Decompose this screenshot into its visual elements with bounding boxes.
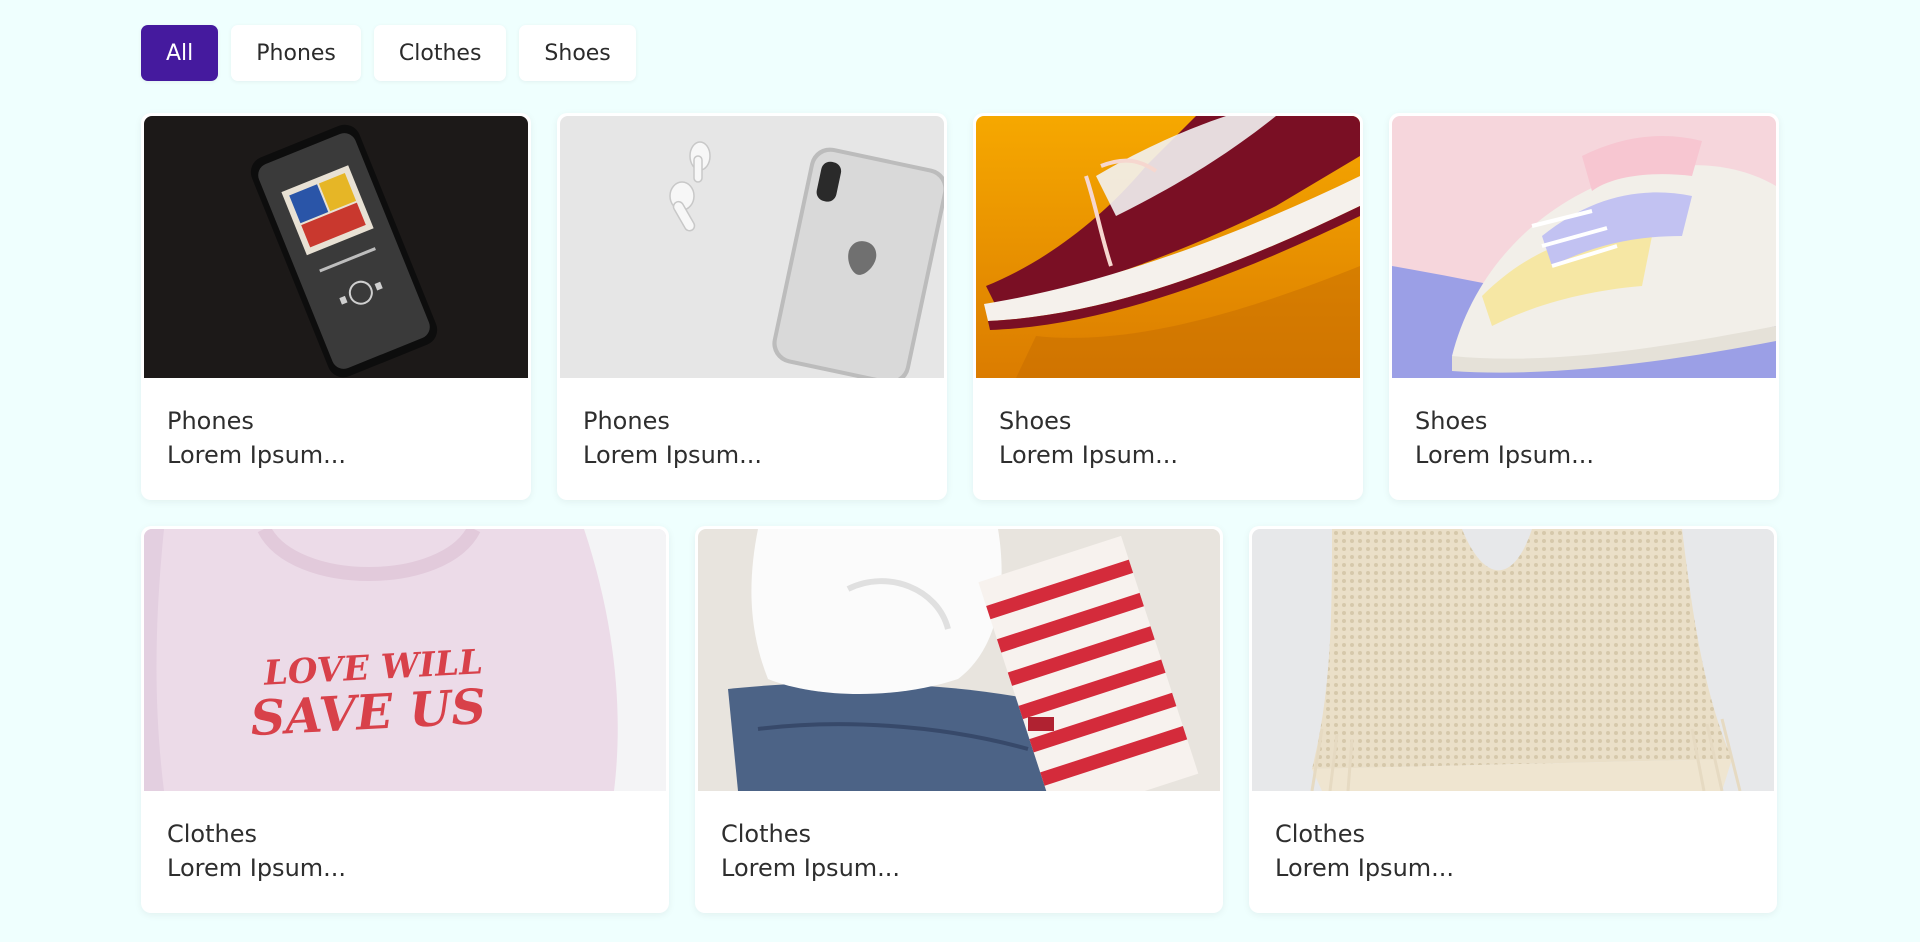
pastel-sneakers-photo (1392, 116, 1776, 378)
red-sneaker-photo (976, 116, 1360, 378)
product-description: Lorem Ipsum... (1275, 854, 1455, 882)
product-category: Clothes (167, 820, 257, 848)
product-description: Lorem Ipsum... (1415, 441, 1595, 469)
product-card[interactable]: Phones Lorem Ipsum... (141, 113, 531, 500)
product-category: Phones (583, 407, 670, 435)
product-description: Lorem Ipsum... (721, 854, 901, 882)
product-gallery-page: All Phones Clothes Shoes Phones Lorem Ip… (0, 0, 1920, 942)
product-card[interactable]: Shoes Lorem Ipsum... (1389, 113, 1779, 500)
folded-clothes-photo (698, 529, 1220, 791)
iphone-airpods-photo (560, 116, 944, 378)
filter-clothes-button[interactable]: Clothes (373, 25, 507, 81)
product-category: Shoes (1415, 407, 1488, 435)
product-category: Shoes (999, 407, 1072, 435)
filter-phones-button[interactable]: Phones (231, 25, 361, 81)
phone-music-photo (144, 116, 528, 378)
pink-sweatshirt-photo: LOVE WILL SAVE US (144, 529, 666, 791)
product-row-1: Phones Lorem Ipsum... Phones Lorem Ipsum… (141, 113, 1779, 500)
product-card[interactable]: Clothes Lorem Ipsum... (695, 526, 1223, 913)
category-filter-bar: All Phones Clothes Shoes (141, 25, 636, 81)
product-category: Clothes (721, 820, 811, 848)
product-description: Lorem Ipsum... (999, 441, 1179, 469)
product-row-2: LOVE WILL SAVE US Clothes Lorem Ipsum... (141, 526, 1777, 913)
product-description: Lorem Ipsum... (167, 441, 347, 469)
knit-top-photo (1252, 529, 1774, 791)
product-card[interactable]: Clothes Lorem Ipsum... (1249, 526, 1777, 913)
product-card[interactable]: Shoes Lorem Ipsum... (973, 113, 1363, 500)
product-card[interactable]: LOVE WILL SAVE US Clothes Lorem Ipsum... (141, 526, 669, 913)
product-description: Lorem Ipsum... (167, 854, 347, 882)
product-category: Phones (167, 407, 254, 435)
filter-all-button[interactable]: All (141, 25, 219, 81)
product-category: Clothes (1275, 820, 1365, 848)
product-card[interactable]: Phones Lorem Ipsum... (557, 113, 947, 500)
filter-shoes-button[interactable]: Shoes (519, 25, 636, 81)
product-description: Lorem Ipsum... (583, 441, 763, 469)
